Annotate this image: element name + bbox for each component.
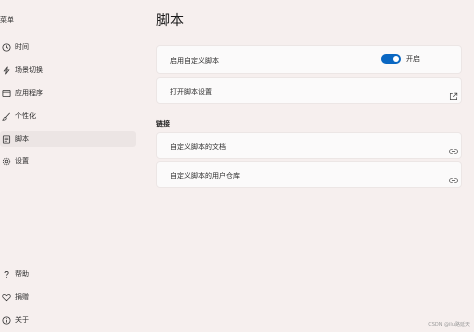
links-section-title: 链接 [156, 120, 170, 128]
sidebar-item-time[interactable]: 时间 [0, 39, 136, 55]
brush-icon [1, 111, 11, 121]
sidebar-item-about[interactable]: 关于 [0, 312, 136, 328]
sidebar: 菜单 时间 场景切换 应用程序 个性化 脚本 设置 帮助 捐赠 关于 [0, 0, 140, 332]
sidebar-item-label: 捐赠 [15, 293, 29, 301]
sidebar-item-label: 个性化 [15, 112, 36, 120]
open-script-settings-label: 打开脚本设置 [170, 88, 212, 96]
open-script-settings-card[interactable]: 打开脚本设置 [156, 77, 462, 104]
sidebar-item-label: 时间 [15, 43, 29, 51]
sidebar-item-label: 场景切换 [15, 66, 43, 74]
sidebar-item-help[interactable]: 帮助 [0, 266, 136, 282]
help-icon [1, 269, 11, 279]
user-repo-link-card[interactable]: 自定义脚本的用户仓库 [156, 161, 462, 188]
gear-icon [1, 156, 11, 166]
toggle-knob [393, 56, 399, 62]
lightning-icon [1, 65, 11, 75]
user-repo-link-label: 自定义脚本的用户仓库 [170, 172, 240, 180]
sidebar-item-label: 关于 [15, 316, 29, 324]
sidebar-item-applications[interactable]: 应用程序 [0, 85, 136, 101]
sidebar-item-scene-switch[interactable]: 场景切换 [0, 62, 136, 78]
enable-scripts-card: 启用自定义脚本 开启 [156, 45, 462, 74]
sidebar-item-scripts[interactable]: 脚本 [0, 131, 136, 147]
sidebar-item-label: 设置 [15, 157, 29, 165]
sidebar-item-label: 应用程序 [15, 89, 43, 97]
menu-header: 菜单 [0, 16, 14, 24]
enable-scripts-label: 启用自定义脚本 [170, 57, 219, 65]
script-icon [1, 134, 11, 144]
link-icon [449, 170, 458, 183]
link-icon [449, 141, 458, 154]
sidebar-item-label: 脚本 [15, 135, 29, 143]
sidebar-item-settings[interactable]: 设置 [0, 153, 136, 169]
heart-icon [1, 292, 11, 302]
page-title: 脚本 [156, 13, 184, 29]
sidebar-item-personalize[interactable]: 个性化 [0, 108, 136, 124]
sidebar-item-donate[interactable]: 捐赠 [0, 289, 136, 305]
clock-icon [1, 42, 11, 52]
enable-scripts-toggle[interactable] [381, 54, 401, 64]
docs-link-label: 自定义脚本的文档 [170, 143, 226, 151]
sidebar-item-label: 帮助 [15, 270, 29, 278]
app-icon [1, 88, 11, 98]
info-icon [1, 315, 11, 325]
docs-link-card[interactable]: 自定义脚本的文档 [156, 132, 462, 159]
toggle-state-label: 开启 [406, 55, 420, 63]
external-link-icon [449, 86, 458, 101]
watermark: CSDN @ilu路延天 [428, 322, 470, 328]
